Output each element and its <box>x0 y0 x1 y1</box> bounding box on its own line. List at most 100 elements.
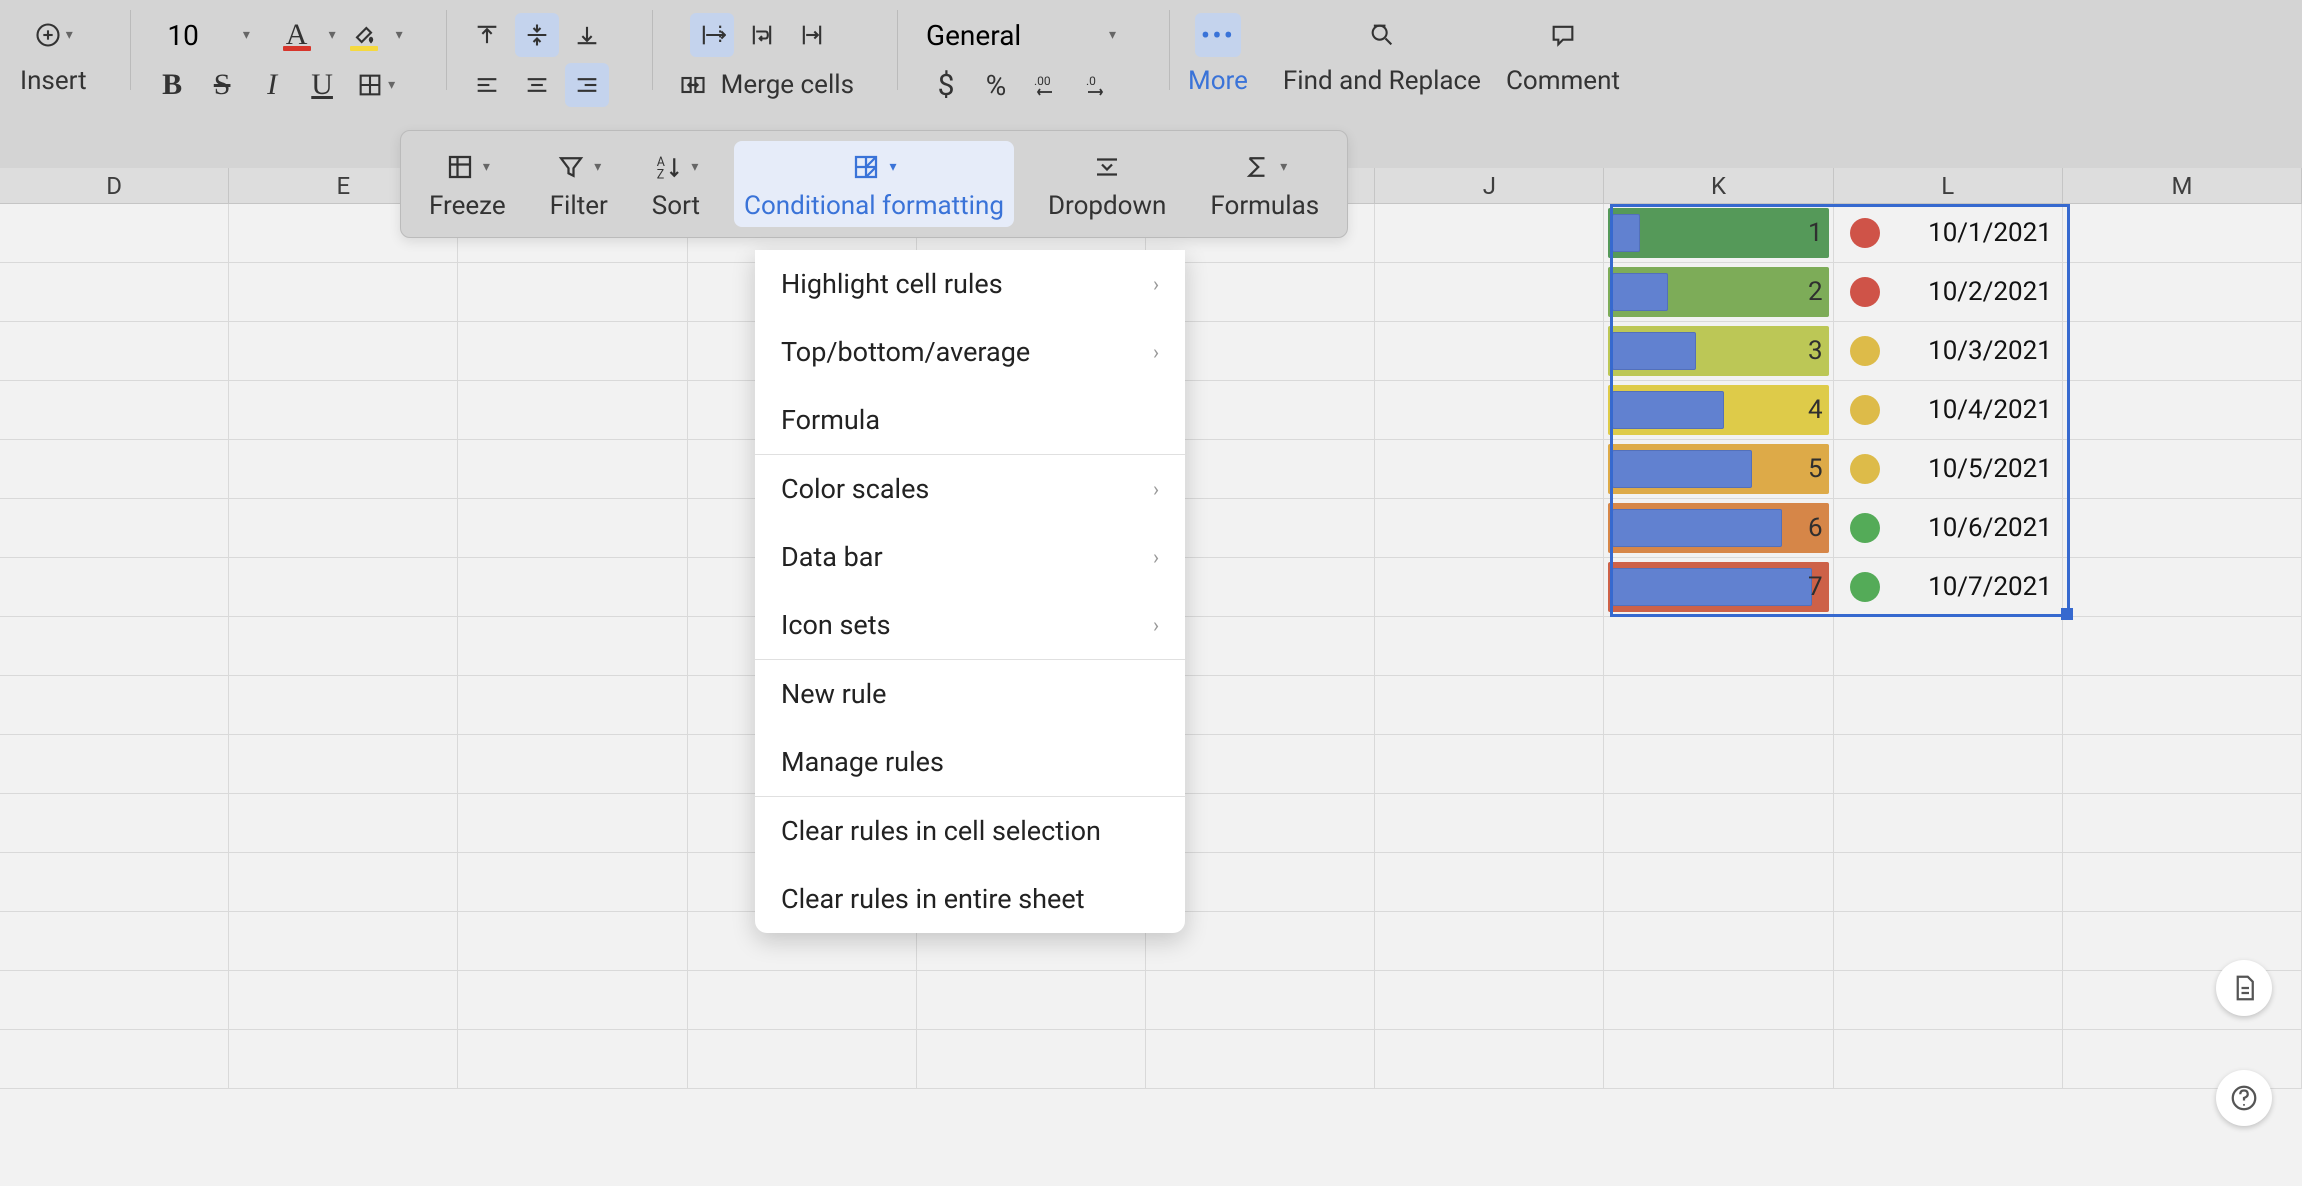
cell-L1[interactable]: 10/1/2021 <box>1834 204 2063 262</box>
cell-H14[interactable] <box>917 971 1146 1029</box>
cell-F6[interactable] <box>458 499 687 557</box>
increase-decimal-button[interactable]: .00 <box>1024 63 1068 107</box>
cell-E6[interactable] <box>229 499 458 557</box>
cell-J9[interactable] <box>1375 676 1604 734</box>
menu-item[interactable]: New rule <box>755 660 1185 728</box>
cell-L9[interactable] <box>1834 676 2063 734</box>
cell-J11[interactable] <box>1375 794 1604 852</box>
more-button[interactable]: ••• <box>1195 13 1241 57</box>
sort-button[interactable]: AZ▾ Sort <box>642 141 710 227</box>
cell-F9[interactable] <box>458 676 687 734</box>
halign-right-button[interactable] <box>565 63 609 107</box>
dropdown-button[interactable]: Dropdown <box>1038 141 1176 227</box>
cell-F8[interactable] <box>458 617 687 675</box>
cell-L10[interactable] <box>1834 735 2063 793</box>
wrap-clip-button[interactable] <box>790 13 834 57</box>
cell-D9[interactable] <box>0 676 229 734</box>
cell-M10[interactable] <box>2063 735 2302 793</box>
cell-D12[interactable] <box>0 853 229 911</box>
menu-item[interactable]: Clear rules in entire sheet <box>755 865 1185 933</box>
cell-F5[interactable] <box>458 440 687 498</box>
cell-M5[interactable] <box>2063 440 2302 498</box>
cell-D5[interactable] <box>0 440 229 498</box>
cell-G14[interactable] <box>688 971 917 1029</box>
cell-M4[interactable] <box>2063 381 2302 439</box>
cell-F2[interactable] <box>458 263 687 321</box>
menu-item[interactable]: Color scales› <box>755 455 1185 523</box>
cell-H15[interactable] <box>917 1030 1146 1088</box>
cell-E14[interactable] <box>229 971 458 1029</box>
column-header-J[interactable]: J <box>1375 168 1604 203</box>
find-replace-button[interactable] <box>1360 13 1404 57</box>
menu-item[interactable]: Formula <box>755 386 1185 454</box>
cell-M7[interactable] <box>2063 558 2302 616</box>
fill-color-button[interactable] <box>342 13 386 57</box>
cell-J8[interactable] <box>1375 617 1604 675</box>
valign-top-button[interactable] <box>465 13 509 57</box>
menu-item[interactable]: Data bar› <box>755 523 1185 591</box>
strikethrough-button[interactable]: S <box>200 63 244 107</box>
cell-I14[interactable] <box>1146 971 1375 1029</box>
menu-item[interactable]: Icon sets› <box>755 591 1185 659</box>
cell-E4[interactable] <box>229 381 458 439</box>
cell-E13[interactable] <box>229 912 458 970</box>
bold-button[interactable]: B <box>150 63 194 107</box>
cell-L11[interactable] <box>1834 794 2063 852</box>
cell-E10[interactable] <box>229 735 458 793</box>
halign-left-button[interactable] <box>465 63 509 107</box>
italic-button[interactable]: I <box>250 63 294 107</box>
valign-bottom-button[interactable] <box>565 13 609 57</box>
menu-item[interactable]: Top/bottom/average› <box>755 318 1185 386</box>
cell-K13[interactable] <box>1604 912 1833 970</box>
cell-M8[interactable] <box>2063 617 2302 675</box>
cell-M3[interactable] <box>2063 322 2302 380</box>
cell-E12[interactable] <box>229 853 458 911</box>
cell-L12[interactable] <box>1834 853 2063 911</box>
column-header-K[interactable]: K <box>1604 168 1833 203</box>
column-header-D[interactable]: D <box>0 168 229 203</box>
cell-J7[interactable] <box>1375 558 1604 616</box>
freeze-button[interactable]: ▾ Freeze <box>419 141 516 227</box>
cell-F4[interactable] <box>458 381 687 439</box>
valign-middle-button[interactable] <box>515 13 559 57</box>
cell-J2[interactable] <box>1375 263 1604 321</box>
cell-J5[interactable] <box>1375 440 1604 498</box>
cell-K11[interactable] <box>1604 794 1833 852</box>
cell-E11[interactable] <box>229 794 458 852</box>
cell-J12[interactable] <box>1375 853 1604 911</box>
cell-D7[interactable] <box>0 558 229 616</box>
cell-J10[interactable] <box>1375 735 1604 793</box>
font-color-button[interactable]: A <box>275 13 319 57</box>
cell-F14[interactable] <box>458 971 687 1029</box>
cell-F3[interactable] <box>458 322 687 380</box>
cell-K15[interactable] <box>1604 1030 1833 1088</box>
menu-item[interactable]: Clear rules in cell selection <box>755 797 1185 865</box>
cell-E15[interactable] <box>229 1030 458 1088</box>
comment-button[interactable] <box>1541 13 1585 57</box>
cell-L13[interactable] <box>1834 912 2063 970</box>
cell-F12[interactable] <box>458 853 687 911</box>
cell-F7[interactable] <box>458 558 687 616</box>
cell-D15[interactable] <box>0 1030 229 1088</box>
cell-K6[interactable]: 6 <box>1604 499 1833 557</box>
cell-E3[interactable] <box>229 322 458 380</box>
menu-item[interactable]: Manage rules <box>755 728 1185 796</box>
cell-E7[interactable] <box>229 558 458 616</box>
currency-button[interactable]: $ <box>924 63 968 107</box>
cell-K14[interactable] <box>1604 971 1833 1029</box>
cell-K7[interactable]: 7 <box>1604 558 1833 616</box>
cell-L7[interactable]: 10/7/2021 <box>1834 558 2063 616</box>
cell-F10[interactable] <box>458 735 687 793</box>
cell-L2[interactable]: 10/2/2021 <box>1834 263 2063 321</box>
wrap-wrap-button[interactable] <box>740 13 784 57</box>
cell-E2[interactable] <box>229 263 458 321</box>
decrease-decimal-button[interactable]: .0 <box>1074 63 1118 107</box>
document-float-button[interactable] <box>2216 960 2272 1016</box>
cell-K4[interactable]: 4 <box>1604 381 1833 439</box>
cell-L15[interactable] <box>1834 1030 2063 1088</box>
merge-cells-button[interactable] <box>671 63 715 107</box>
cell-K2[interactable]: 2 <box>1604 263 1833 321</box>
cell-D3[interactable] <box>0 322 229 380</box>
number-format-select[interactable]: General ▾ <box>916 13 1126 57</box>
cell-G15[interactable] <box>688 1030 917 1088</box>
